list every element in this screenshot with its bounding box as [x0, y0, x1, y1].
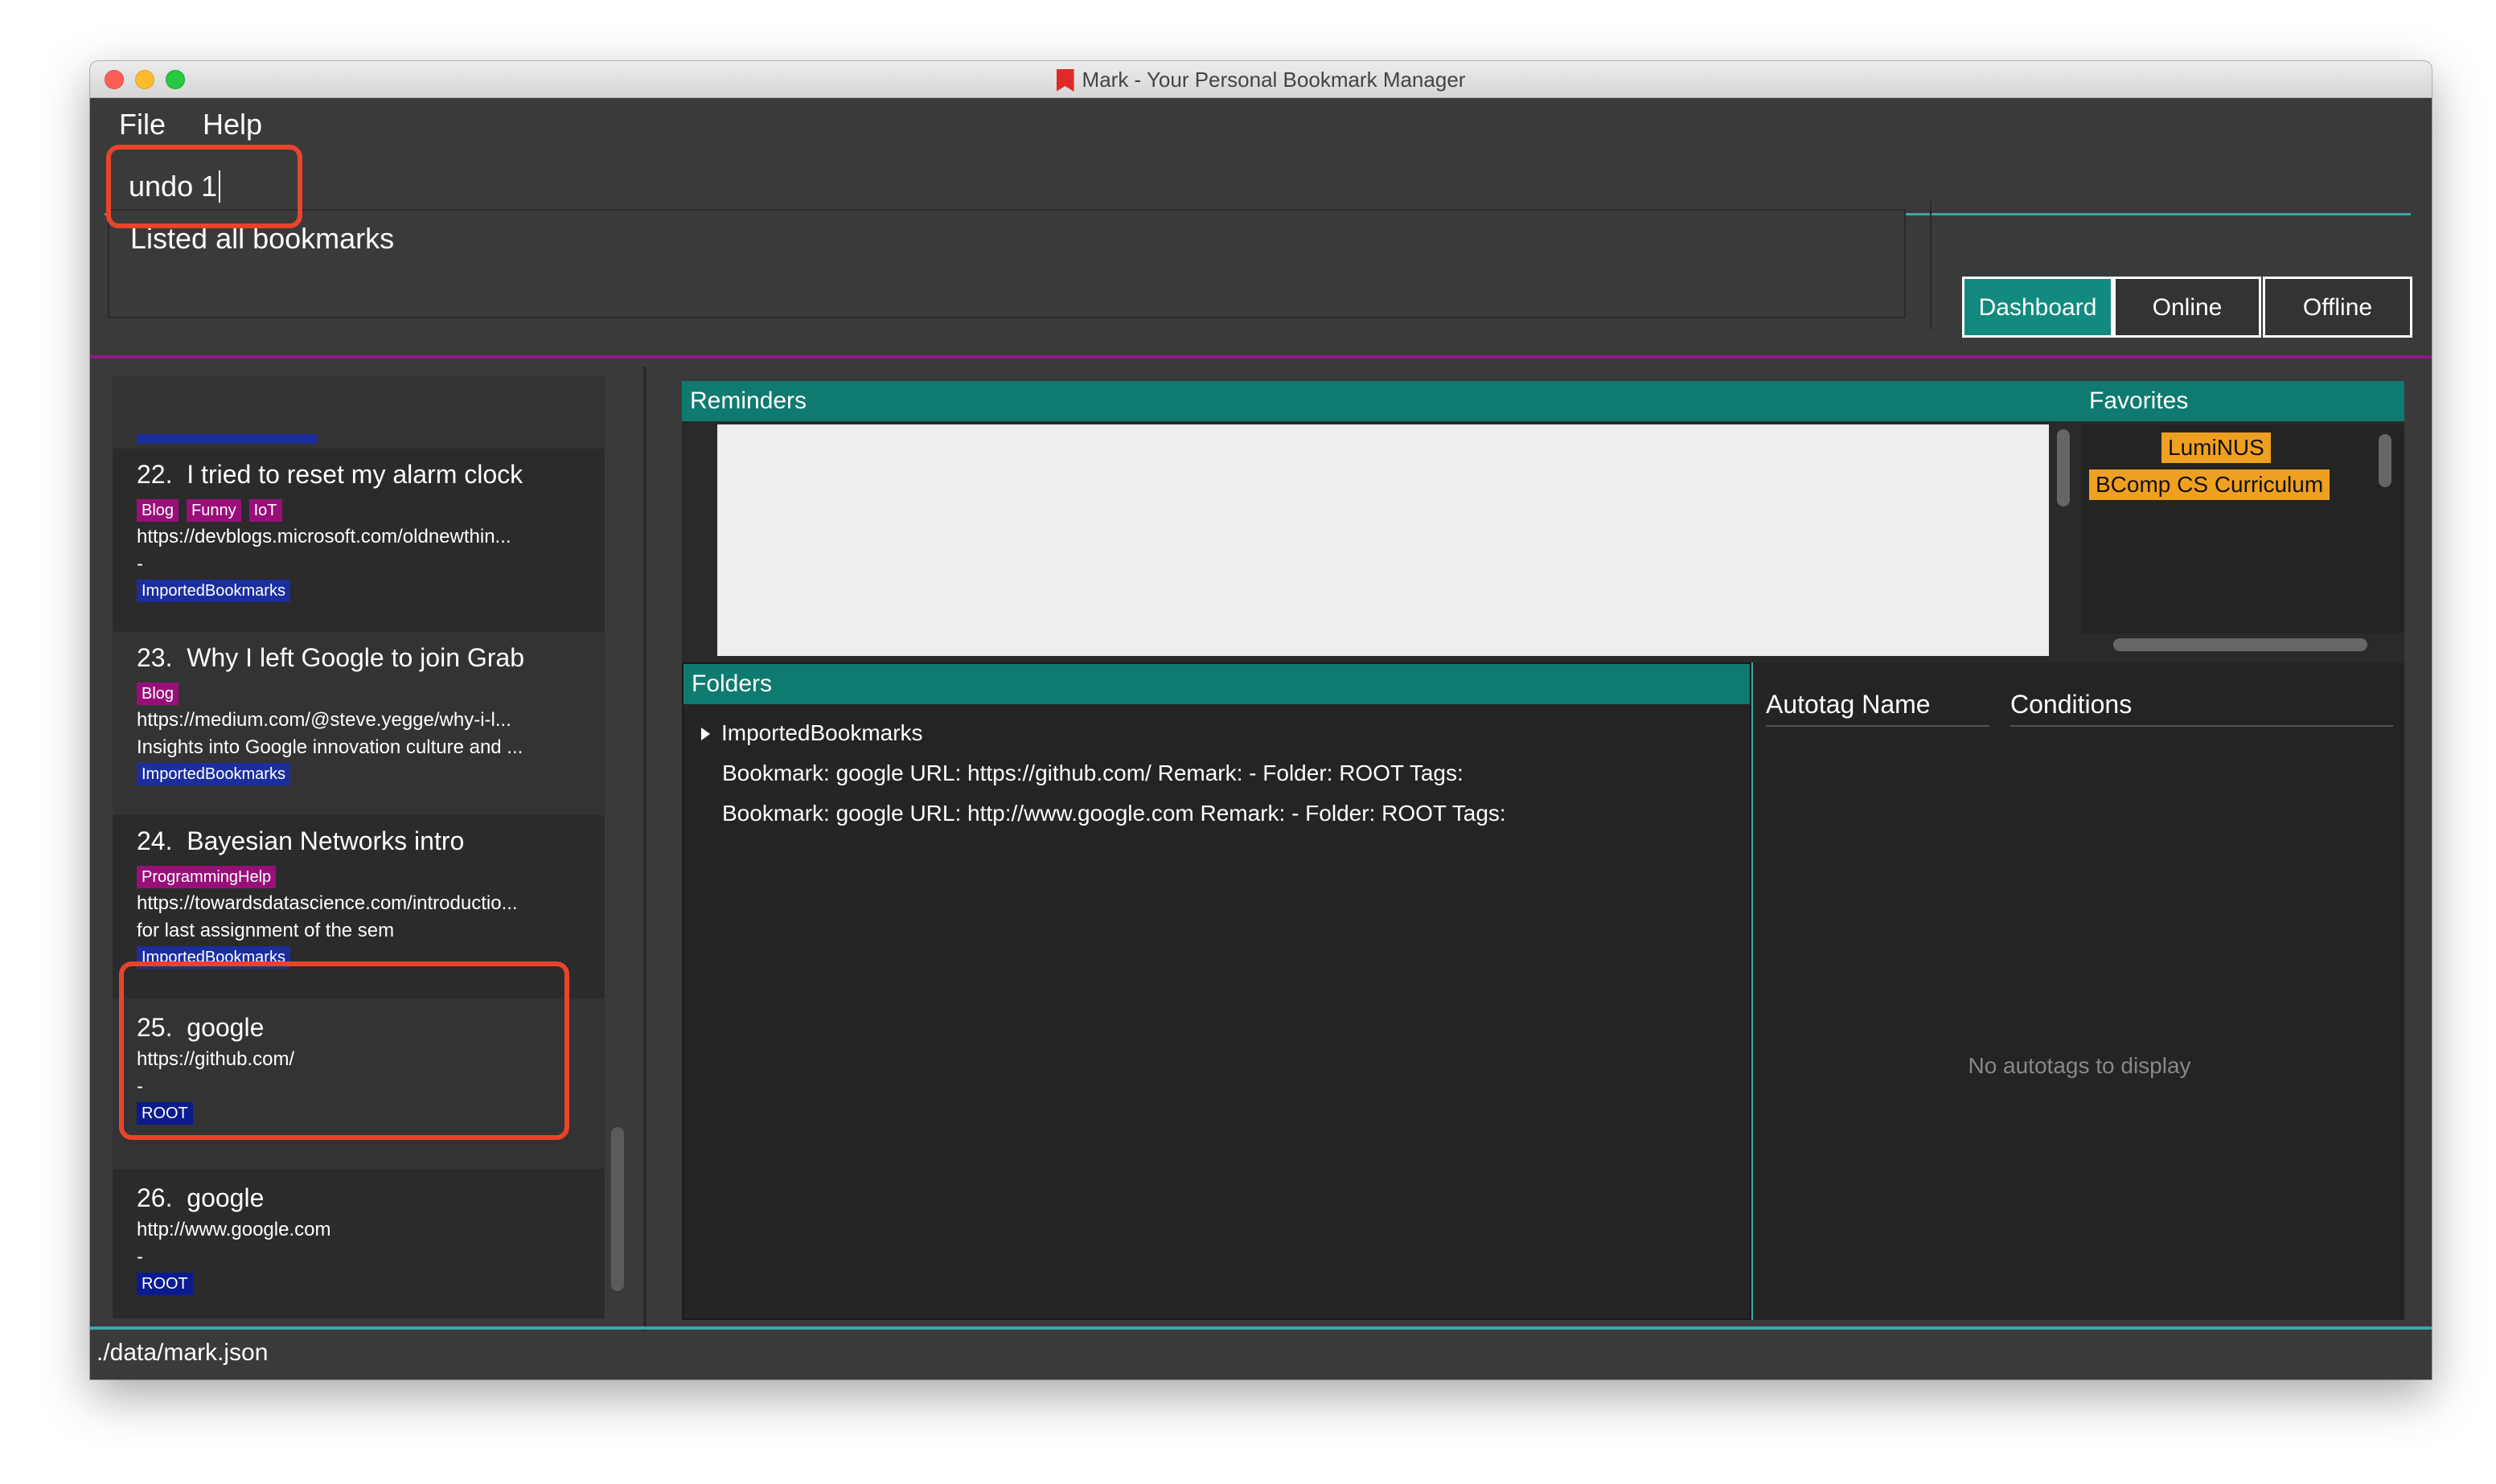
tab-online[interactable]: Online	[2113, 277, 2261, 338]
tab-dashboard[interactable]: Dashboard	[1962, 277, 2113, 338]
reminders-scrollbar[interactable]	[2057, 429, 2070, 506]
bookmark-title: 24. Bayesian Networks intro	[137, 826, 465, 855]
autotag-empty-message: No autotags to display	[1968, 1053, 2191, 1078]
bookmark-title: 26. google	[137, 1183, 265, 1212]
divider	[1930, 201, 1932, 330]
autotag-panel: Autotag Name Conditions No autotags to d…	[1751, 662, 2404, 1320]
list-scrollbar[interactable]	[611, 1127, 624, 1291]
bookmark-tags: Blog	[137, 682, 187, 705]
bookmark-url: https://devblogs.microsoft.com/oldnewthi…	[137, 526, 511, 547]
list-item[interactable]	[113, 376, 605, 449]
favorite-item[interactable]: BComp CS Curriculum	[2089, 469, 2330, 500]
bookmark-tags: ProgrammingHelp	[137, 865, 284, 888]
favorites-scrollbar-v[interactable]	[2379, 434, 2391, 487]
tag: Blog	[137, 499, 179, 522]
divider	[90, 355, 2432, 359]
menu-bar: File Help	[90, 98, 2432, 151]
bookmark-title: 23. Why I left Google to join Grab	[137, 643, 525, 672]
bookmark-folder: ROOT	[137, 1272, 201, 1295]
folders-panel: Folders ImportedBookmarks Bookmark: goog…	[682, 662, 1751, 1320]
highlight-command	[106, 145, 302, 228]
autotag-column-name[interactable]: Autotag Name	[1766, 690, 1989, 727]
list-item[interactable]: 23. Why I left Google to join Grab Blog …	[113, 632, 605, 815]
caret-right-icon[interactable]	[701, 728, 710, 740]
divider	[643, 367, 647, 1331]
tag: IoT	[248, 499, 282, 522]
command-input[interactable]: undo 1	[105, 158, 2411, 215]
favorites-scrollbar-h[interactable]	[2113, 638, 2367, 651]
result-display: Listed all bookmarks	[108, 209, 1906, 318]
favorites-header: Favorites	[2081, 381, 2404, 421]
favorite-item[interactable]: LumiNUS	[2161, 432, 2271, 463]
bookmark-folder: ImportedBookmarks	[137, 762, 298, 785]
bookmark-remark: -	[137, 1246, 143, 1268]
bookmark-remark: -	[137, 553, 143, 575]
reminders-header: Reminders	[682, 381, 2081, 421]
bookmark-remark: for last assignment of the sem	[137, 920, 395, 941]
tab-offline[interactable]: Offline	[2263, 277, 2412, 338]
folder-tree-item[interactable]: Bookmark: google URL: https://github.com…	[722, 760, 1464, 786]
folder-tag-partial	[137, 434, 317, 444]
menu-file[interactable]: File	[119, 98, 166, 151]
tag: Blog	[137, 683, 179, 705]
title-bar: Mark - Your Personal Bookmark Manager	[90, 61, 2432, 98]
list-item[interactable]: 22. I tried to reset my alarm clock Blog…	[113, 449, 605, 632]
bookmark-title: 22. I tried to reset my alarm clock	[137, 460, 523, 489]
folders-header: Folders	[684, 664, 1750, 704]
bookmark-url: https://towardsdatascience.com/introduct…	[137, 892, 518, 914]
folder-tree-item[interactable]: Bookmark: google URL: http://www.google.…	[722, 801, 1506, 826]
bookmark-url: https://medium.com/@steve.yegge/why-i-l.…	[137, 709, 511, 731]
list-item[interactable]: 26. google http://www.google.com - ROOT	[113, 1169, 605, 1318]
bookmark-remark: Insights into Google innovation culture …	[137, 736, 523, 758]
bookmark-list[interactable]: 22. I tried to reset my alarm clock Blog…	[113, 376, 605, 1318]
divider	[90, 1326, 2432, 1330]
reminders-list[interactable]	[717, 424, 2049, 656]
status-path: ./data/mark.json	[96, 1339, 269, 1366]
folder-tree-root[interactable]: ImportedBookmarks	[701, 720, 923, 746]
tag: Funny	[187, 499, 241, 522]
window-title-text: Mark - Your Personal Bookmark Manager	[1082, 68, 1466, 92]
favorites-list[interactable]: LumiNUS BComp CS Curriculum	[2081, 424, 2404, 633]
menu-help[interactable]: Help	[203, 98, 262, 151]
tag: ProgrammingHelp	[137, 866, 277, 888]
bookmark-icon	[1056, 69, 1074, 92]
bookmark-folder: ImportedBookmarks	[137, 579, 298, 602]
app-window: Mark - Your Personal Bookmark Manager Fi…	[90, 61, 2432, 1379]
autotag-column-conditions[interactable]: Conditions	[2010, 690, 2393, 727]
highlight-bookmark	[119, 961, 569, 1140]
bookmark-tags: Blog Funny IoT	[137, 498, 290, 522]
bookmark-url: http://www.google.com	[137, 1219, 331, 1240]
window-title: Mark - Your Personal Bookmark Manager	[90, 61, 2432, 98]
